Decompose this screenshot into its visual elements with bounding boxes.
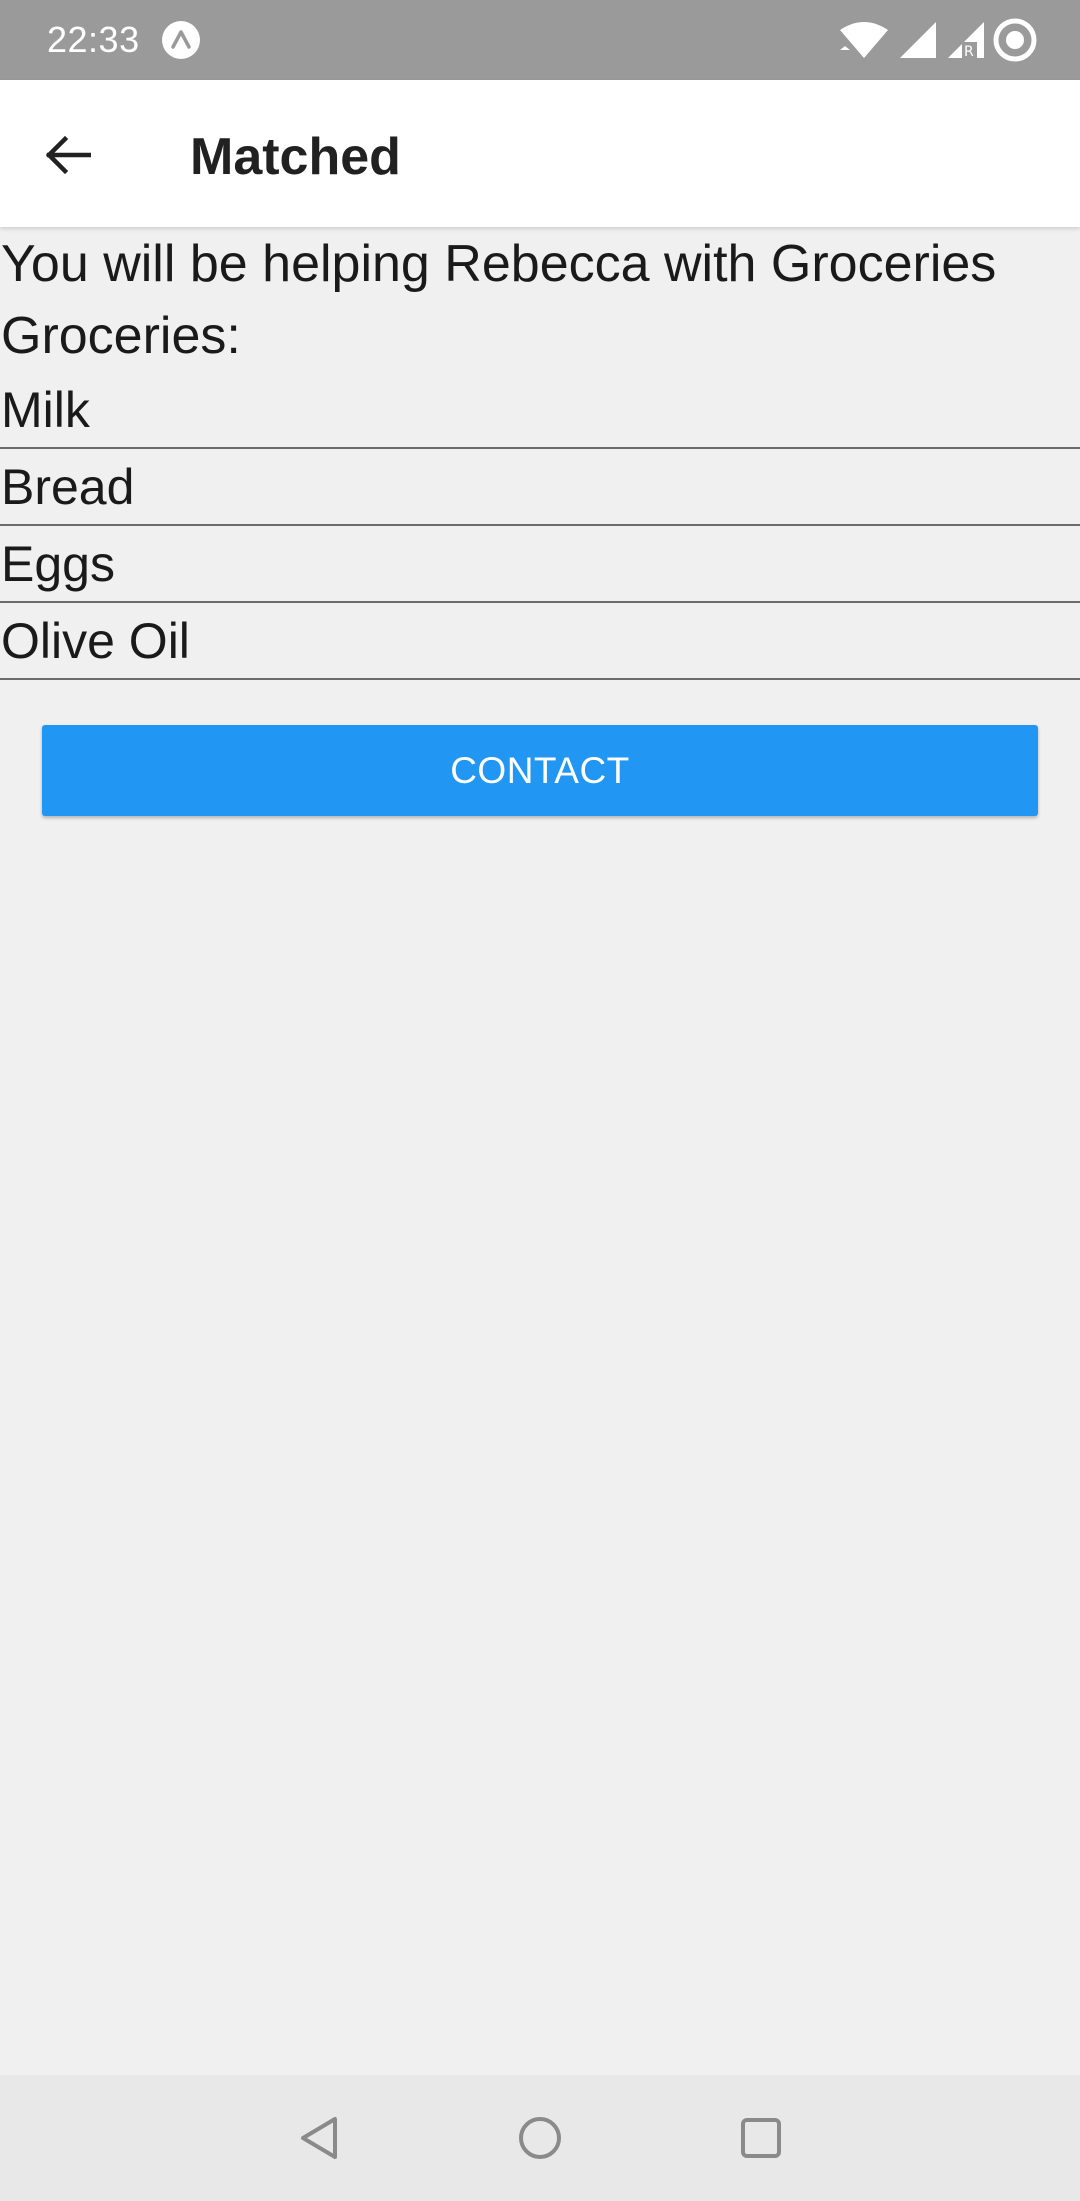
app-bar: Matched: [0, 80, 1080, 227]
status-time: 22:33: [47, 19, 140, 60]
back-button[interactable]: [30, 117, 106, 193]
home-circle-icon: [519, 2117, 561, 2159]
nav-recents-button[interactable]: [726, 2103, 796, 2173]
signal-roaming-icon: R: [948, 22, 984, 60]
match-description: You will be helping Rebecca with Groceri…: [1, 235, 997, 293]
main-content: You will be helping Rebecca with Groceri…: [0, 228, 1080, 680]
grocery-list: Milk Bread Eggs Olive Oil: [0, 372, 1080, 680]
status-bar: 22:33 R: [0, 0, 1080, 80]
wifi-icon: [840, 22, 888, 58]
back-triangle-icon: [301, 2117, 337, 2159]
recents-square-icon: [741, 2118, 781, 2158]
list-item: Olive Oil: [0, 603, 1080, 680]
svg-text:R: R: [964, 44, 974, 60]
list-heading: Groceries:: [1, 307, 241, 365]
sync-icon: [993, 18, 1037, 62]
arrow-left-icon: [45, 135, 91, 175]
nav-back-button[interactable]: [285, 2103, 355, 2173]
signal-icon: [900, 22, 936, 58]
status-icons: R: [820, 0, 1080, 80]
list-item: Bread: [0, 449, 1080, 526]
page-title: Matched: [190, 128, 401, 186]
list-item: Eggs: [0, 526, 1080, 603]
contact-button[interactable]: CONTACT: [42, 725, 1038, 816]
expo-icon: [161, 20, 201, 60]
list-item: Milk: [0, 372, 1080, 449]
nav-home-button[interactable]: [505, 2103, 575, 2173]
system-nav-bar: [0, 2075, 1080, 2201]
